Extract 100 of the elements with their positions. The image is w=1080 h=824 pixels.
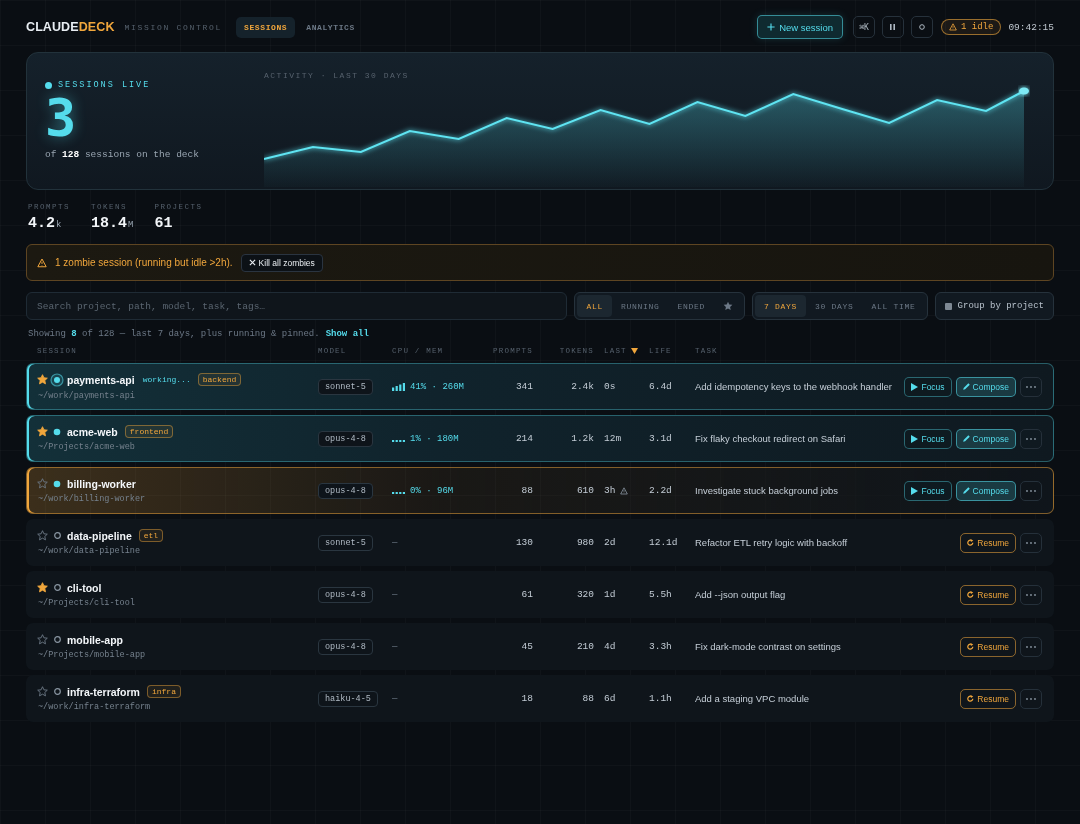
more-button[interactable] — [1020, 584, 1042, 605]
cpu-mem-reading: — — [392, 693, 398, 704]
model-badge: haiku-4-5 — [318, 690, 378, 707]
star-icon[interactable] — [37, 374, 48, 385]
status-dot-icon — [53, 479, 61, 488]
more-button[interactable] — [1020, 480, 1042, 501]
more-icon — [1026, 645, 1036, 648]
status-ring-icon — [53, 532, 61, 539]
range-tab[interactable]: 30 DAYS — [806, 295, 863, 317]
last-active: 2d — [604, 537, 616, 548]
lifetime: 12.1d — [649, 537, 679, 548]
lifetime: 6.4d — [649, 381, 673, 392]
prompts-count: 18 — [521, 693, 533, 704]
idle-dots-icon — [392, 491, 405, 494]
prompts-count: 341 — [515, 381, 533, 392]
tagline: MISSION CONTROL — [124, 22, 223, 32]
session-row[interactable]: payments-api working... backend ~/work/payments-api sonnet-5 41% · 260M 341 2.4k 0s 6.4d Add idempotency keys to the webhook handler Focus Compose — [26, 363, 1054, 410]
session-name: acme-web — [67, 425, 118, 438]
compose-button[interactable]: Compose — [955, 480, 1016, 501]
new-session-button[interactable]: New session — [757, 15, 843, 39]
show-all-link[interactable]: Show all — [325, 329, 369, 339]
prompts-count: 88 — [521, 485, 533, 496]
more-icon — [1026, 697, 1036, 700]
tokens-count: 2.4k — [571, 381, 594, 392]
star-icon[interactable] — [37, 582, 48, 593]
refresh-icon — [967, 539, 975, 546]
logo: CLAUDEDECK — [26, 20, 115, 34]
tokens-count: 210 — [576, 641, 594, 652]
idle-badge: 1 idle — [941, 19, 1002, 35]
model-badge: sonnet-5 — [318, 534, 373, 551]
resume-button[interactable]: Resume — [960, 688, 1016, 709]
tag: etl — [138, 529, 164, 542]
kill-zombies-button[interactable]: Kill all zombies — [240, 253, 323, 272]
pencil-icon — [962, 383, 970, 390]
cpu-mem-reading: 41% · 260M — [410, 381, 464, 392]
task-text: Investigate stuck background jobs — [695, 485, 839, 496]
lifetime: 3.1d — [649, 433, 673, 444]
star-icon[interactable] — [37, 478, 48, 489]
sessions-summary: of 128 sessions on the deck — [45, 149, 199, 160]
shortcut-button[interactable]: ⌘K — [853, 16, 875, 38]
more-icon — [1026, 489, 1036, 492]
star-icon[interactable] — [37, 686, 48, 697]
resume-button[interactable]: Resume — [960, 532, 1016, 553]
model-badge: opus-4-8 — [318, 586, 373, 603]
filter-tab[interactable]: ALL — [577, 295, 612, 317]
more-button[interactable] — [1020, 376, 1042, 397]
stat-value: 4.2 k — [28, 215, 63, 232]
session-row[interactable]: data-pipeline etl ~/work/data-pipeline sonnet-5 — 130 980 2d 12.1d Refactor ETL retry logic with backoff Resume — [26, 519, 1054, 566]
lifetime: 3.3h — [649, 641, 673, 652]
tokens-count: 320 — [576, 589, 594, 600]
tokens-count: 980 — [576, 537, 594, 548]
resume-button[interactable]: Resume — [960, 584, 1016, 605]
compose-button[interactable]: Compose — [955, 428, 1016, 449]
star-icon[interactable] — [37, 530, 48, 541]
warning-icon — [949, 23, 957, 31]
tokens-count: 610 — [576, 485, 594, 496]
close-icon — [248, 259, 256, 266]
tag: backend — [197, 373, 242, 386]
range-tab[interactable]: ALL TIME — [862, 295, 925, 317]
session-row[interactable]: mobile-app ~/Projects/mobile-app opus-4-8 — 45 210 4d 3.3h Fix dark-mode contrast on settings Resume — [26, 623, 1054, 670]
focus-button[interactable]: Focus — [904, 480, 952, 501]
activity-label: working... — [142, 375, 191, 384]
session-row[interactable]: acme-web frontend ~/Projects/acme-web opus-4-8 1% · 180M 214 1.2k 12m 3.1d Fix flaky checkout redirect on Safari Focus Compose — [26, 415, 1054, 462]
star-icon[interactable] — [37, 634, 48, 645]
more-button[interactable] — [1020, 636, 1042, 657]
session-row[interactable]: infra-terraform infra ~/work/infra-terraform haiku-4-5 — 18 88 6d 1.1h Add a staging VPC module Resume — [26, 675, 1054, 722]
more-button[interactable] — [1020, 532, 1042, 553]
star-icon[interactable] — [37, 426, 48, 437]
model-badge: sonnet-5 — [318, 378, 373, 395]
nav-tab[interactable]: SESSIONS — [236, 16, 296, 38]
session-name: infra-terraform — [67, 685, 140, 698]
resume-button[interactable]: Resume — [960, 636, 1016, 657]
search-field[interactable]: Search project, path, model, task, tags… — [26, 292, 568, 320]
play-icon — [911, 434, 919, 443]
session-row[interactable]: cli-tool ~/Projects/cli-tool opus-4-8 — 61 320 1d 5.5h Add --json output flag Resume — [26, 571, 1054, 618]
cpu-mem-reading: — — [392, 537, 398, 548]
compose-button[interactable]: Compose — [955, 376, 1016, 397]
filter-tab[interactable]: ENDED — [668, 295, 715, 317]
range-tab[interactable]: 7 DAYS — [755, 295, 807, 317]
session-path: ~/Projects/acme-web — [37, 442, 135, 452]
focus-button[interactable]: Focus — [904, 376, 952, 397]
circle-button[interactable] — [911, 16, 933, 38]
session-row[interactable]: billing-worker ~/work/billing-worker opus-4-8 0% · 96M 88 610 3h 2.2d Investigate stuck background jobs Focus Compose — [26, 467, 1054, 514]
lifetime: 1.1h — [649, 693, 673, 704]
focus-button[interactable]: Focus — [904, 428, 952, 449]
live-label: SESSIONS LIVE — [58, 80, 151, 90]
more-button[interactable] — [1020, 428, 1042, 449]
refresh-icon — [967, 695, 975, 702]
circle-icon — [919, 24, 925, 30]
last-active: 0s — [604, 381, 616, 392]
more-button[interactable] — [1020, 688, 1042, 709]
pause-button[interactable] — [882, 16, 904, 38]
checkbox-icon[interactable] — [944, 302, 952, 310]
cpu-mem-reading: 0% · 96M — [410, 485, 454, 496]
last-active: 1d — [604, 589, 616, 600]
sort-down-icon[interactable] — [630, 348, 638, 354]
nav-tab[interactable]: ANALYTICS — [298, 16, 363, 38]
group-toggle[interactable]: Group by project — [934, 292, 1054, 320]
filter-tab[interactable]: RUNNING — [612, 295, 669, 317]
more-icon — [1026, 437, 1036, 440]
